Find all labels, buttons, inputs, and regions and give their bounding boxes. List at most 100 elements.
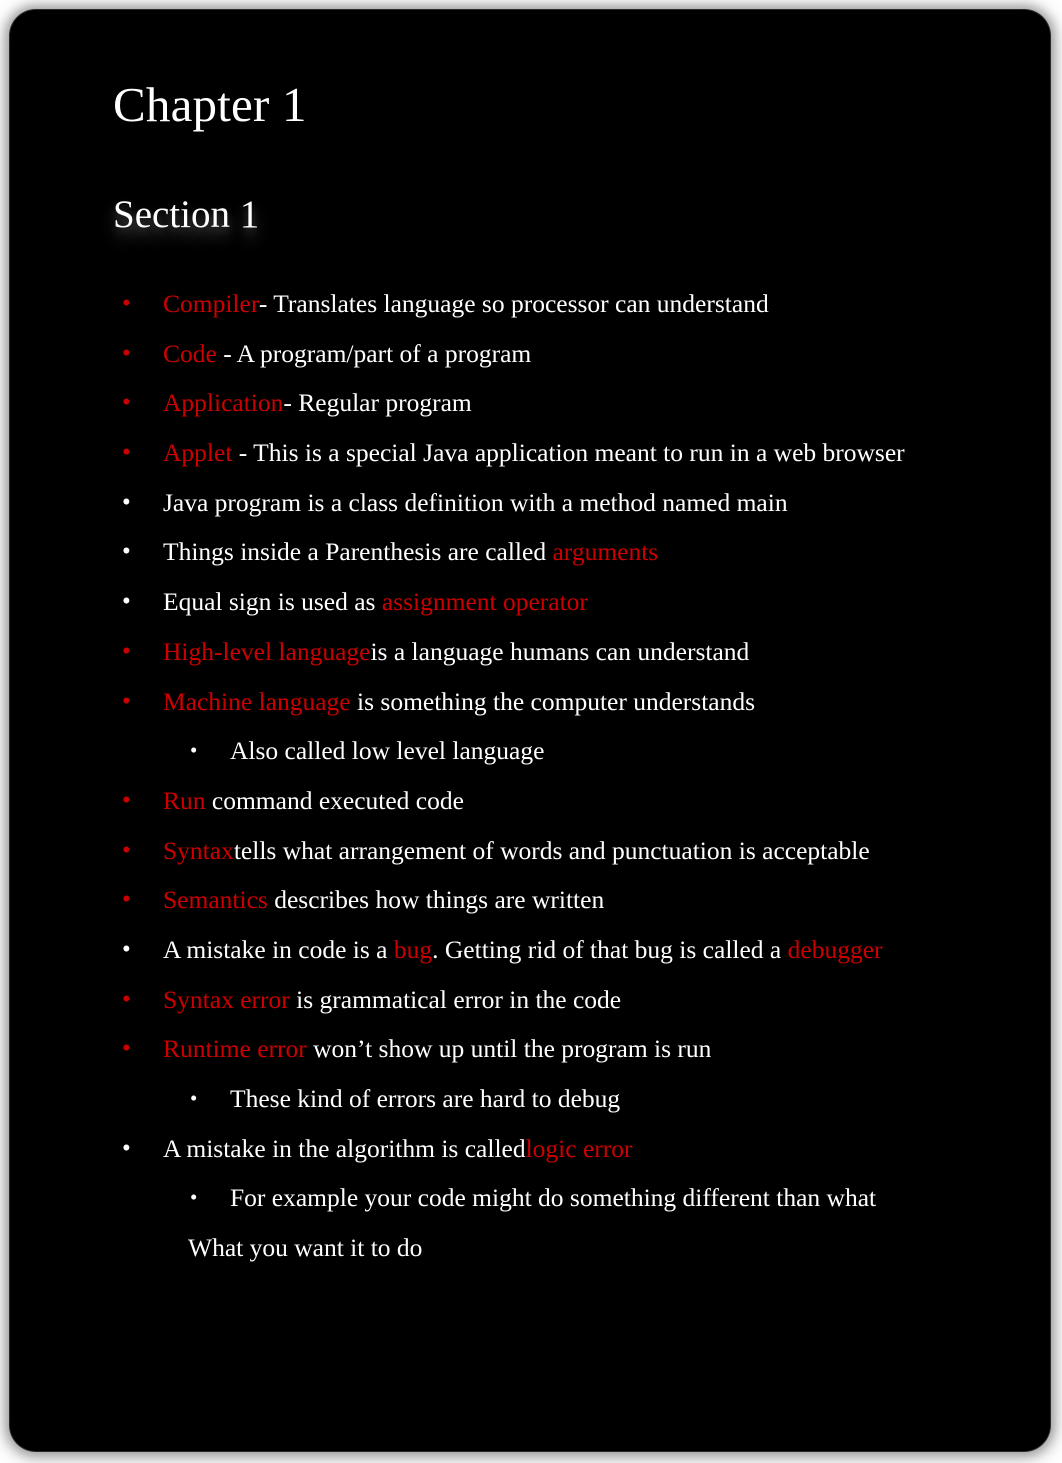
body-text: is grammatical error in the code (289, 984, 622, 1014)
bullet-item: • Code - A program/part of a program (10, 337, 1050, 387)
bullet-marker-icon: • (122, 488, 131, 516)
keyword-term: debugger (787, 934, 883, 964)
body-text: A mistake in the algorithm is called (163, 1133, 526, 1163)
keyword-term: Runtime error (163, 1034, 307, 1064)
keyword-term: Syntax error (163, 984, 290, 1014)
bullet-text: For example your code might do something… (230, 1181, 876, 1214)
keyword-term: arguments (552, 537, 659, 567)
keyword-term: Applet (163, 438, 233, 468)
bullet-text: High-level languageis a language humans … (163, 635, 749, 668)
bullet-text: A mistake in code is a bug. Getting rid … (163, 933, 883, 966)
bullet-item: • For example your code might do somethin… (10, 1181, 1050, 1231)
slide-page: Chapter 1 Section 1 • Compiler- Translate… (0, 0, 1062, 1463)
body-text: Things inside a Parenthesis are called (163, 537, 553, 567)
body-text: - Regular program (283, 388, 472, 418)
bullet-marker-icon: • (122, 985, 131, 1013)
bullet-marker-icon: • (122, 290, 131, 317)
bullet-marker-icon: • (122, 339, 131, 367)
body-text: is something the computer understands (350, 686, 756, 716)
bullet-item: • Applet - This is a special Java applica… (10, 436, 1050, 486)
keyword-term: Run (163, 785, 212, 815)
bullet-text: These kind of errors are hard to debug (230, 1082, 620, 1115)
bullet-text: Run command executed code (163, 784, 464, 817)
bullet-text: Syntaxtells what arrangement of words an… (163, 834, 870, 867)
bullet-text: Also called low level language (230, 734, 544, 767)
body-text: command executed code (211, 785, 464, 815)
body-text: - A program/part of a program (223, 338, 532, 368)
keyword-term: Semantics (163, 885, 268, 915)
keyword-term: assignment operator (381, 587, 588, 617)
keyword-term: logic error (525, 1133, 633, 1163)
page-title: Chapter 1 (113, 77, 307, 132)
body-text: Java program is a class definition with … (163, 487, 788, 517)
bullet-marker-icon: • (190, 1086, 198, 1110)
bullet-marker-icon: • (122, 389, 131, 417)
body-text: Equal sign is used as (163, 587, 382, 617)
body-text: These kind of errors are hard to debug (230, 1084, 621, 1113)
body-text: . Getting rid of that bug is called a (432, 934, 788, 964)
keyword-term: Code (163, 338, 224, 368)
body-text: A mistake in code is a (163, 934, 394, 964)
section-heading: Section 1 (113, 193, 260, 236)
bullet-marker-icon: • (122, 637, 131, 665)
bullet-marker-icon: • (122, 588, 131, 616)
bullet-item: • Syntaxtells what arrangement of words a… (10, 834, 1050, 884)
bullet-marker-icon: • (122, 439, 131, 467)
bullet-continuation-line: What you want it to do (10, 1231, 1050, 1281)
bullet-item: • Run command executed code (10, 784, 1050, 834)
bullet-item: • Equal sign is used as assignment operat… (10, 585, 1050, 635)
keyword-term: Machine language (163, 686, 351, 716)
bullet-item: • High-level languageis a language humans… (10, 635, 1050, 685)
bullet-item: • Semantics describes how things are writ… (10, 883, 1050, 933)
bullet-item: • Compiler- Translates language so proces… (10, 287, 1050, 337)
bullet-marker-icon: • (190, 738, 198, 763)
slide-canvas: Chapter 1 Section 1 • Compiler- Translate… (10, 10, 1050, 1451)
bullet-text: Things inside a Parenthesis are called a… (163, 535, 658, 568)
keyword-term: Application (163, 388, 284, 418)
bullet-marker-icon: • (122, 687, 131, 715)
body-text: For example your code might do something… (230, 1183, 877, 1213)
body-text: Also called low level language (230, 736, 545, 766)
bullet-text: What you want it to do (188, 1231, 422, 1264)
bullet-item: • Things inside a Parenthesis are called … (10, 535, 1050, 585)
keyword-term: bug (393, 934, 433, 964)
bullet-item: • Runtime error won’t show up until the p… (10, 1032, 1050, 1082)
body-text: won’t show up until the program is run (306, 1034, 712, 1064)
keyword-term: High-level language (163, 636, 371, 666)
bullet-item: • Machine language is something the compu… (10, 685, 1050, 735)
body-text: - This is a special Java application mea… (232, 438, 905, 468)
bullet-item: • Syntax error is grammatical error in th… (10, 983, 1050, 1033)
slide-content-area: Chapter 1 Section 1 • Compiler- Translate… (10, 10, 1050, 1451)
body-text: What you want it to do (188, 1233, 423, 1263)
bullet-text: Compiler- Translates language so process… (163, 287, 769, 320)
bullet-text: Application- Regular program (163, 386, 472, 419)
bullet-marker-icon: • (122, 935, 131, 963)
bullet-marker-icon: • (122, 886, 131, 914)
body-text: describes how things are written (267, 885, 605, 915)
bullet-item: • A mistake in code is a bug. Getting rid… (10, 933, 1050, 983)
bullet-text: Code - A program/part of a program (163, 337, 531, 370)
keyword-term: Compiler (163, 289, 259, 318)
bullet-item: • Java program is a class definition with… (10, 486, 1050, 536)
bullet-marker-icon: • (122, 1035, 131, 1063)
bullet-item: • Also called low level language (10, 734, 1050, 784)
bullet-text: Syntax error is grammatical error in the… (163, 983, 621, 1016)
bullet-item: • Application- Regular program (10, 386, 1050, 436)
bullet-text: Machine language is something the comput… (163, 685, 755, 718)
bullet-marker-icon: • (122, 836, 131, 864)
bullet-text: Runtime error won’t show up until the pr… (163, 1032, 711, 1065)
bullet-marker-icon: • (190, 1185, 198, 1210)
body-text: is a language humans can understand (370, 636, 750, 666)
bullet-text: Java program is a class definition with … (163, 486, 788, 519)
body-text: tells what arrangement of words and punc… (233, 835, 870, 865)
bullet-text: Equal sign is used as assignment operato… (163, 585, 588, 618)
bullet-marker-icon: • (122, 1134, 131, 1162)
bullet-marker-icon: • (122, 786, 131, 814)
bullet-text: A mistake in the algorithm is calledlogi… (163, 1132, 633, 1165)
bullet-text: Applet - This is a special Java applicat… (163, 436, 905, 469)
body-text: - Translates language so processor can u… (258, 289, 769, 318)
bullet-text: Semantics describes how things are writt… (163, 883, 604, 916)
bullet-item: • A mistake in the algorithm is calledlog… (10, 1132, 1050, 1182)
bullet-list: • Compiler- Translates language so proces… (10, 287, 1050, 1281)
bullet-marker-icon: • (122, 538, 131, 566)
